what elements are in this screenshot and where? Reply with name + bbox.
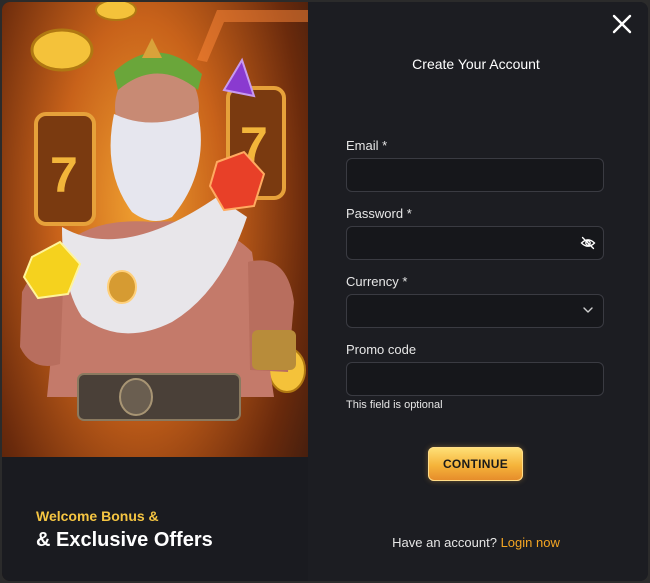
currency-select[interactable]	[346, 294, 604, 328]
signup-modal: 7 7 Welcome Bonus & & Exclusive Offers	[2, 2, 648, 581]
promo-title: & Exclusive Offers	[36, 529, 213, 551]
password-visibility-toggle[interactable]	[580, 235, 596, 251]
close-button[interactable]	[610, 12, 634, 36]
continue-button[interactable]: CONTINUE	[428, 447, 523, 481]
promo-code-input[interactable]	[346, 362, 604, 396]
chevron-down-icon	[583, 307, 593, 313]
password-input[interactable]	[346, 226, 604, 260]
login-prompt-text: Have an account?	[392, 535, 497, 550]
email-input[interactable]	[346, 158, 604, 192]
login-link[interactable]: Login now	[501, 535, 560, 550]
login-prompt-row: Have an account? Login now	[306, 535, 646, 550]
promo-code-label: Promo code	[346, 342, 417, 357]
currency-label: Currency *	[346, 274, 408, 289]
close-icon	[612, 14, 632, 34]
form-title: Create Your Account	[412, 56, 540, 72]
signup-form-panel	[308, 2, 648, 581]
password-label: Password *	[346, 206, 412, 221]
page-backdrop: 7 7 Welcome Bonus & & Exclusive Offers C…	[0, 0, 650, 583]
promo-code-hint: This field is optional	[346, 399, 443, 411]
promo-subtitle: Welcome Bonus &	[36, 508, 159, 524]
promo-panel: 7 7 Welcome Bonus & & Exclusive Offers	[2, 2, 308, 581]
promo-illustration: 7 7	[20, 2, 308, 421]
eye-slash-icon	[580, 236, 596, 250]
currency-dropdown-toggle[interactable]	[581, 303, 597, 319]
email-label: Email *	[346, 138, 388, 153]
svg-text:7: 7	[50, 147, 78, 203]
